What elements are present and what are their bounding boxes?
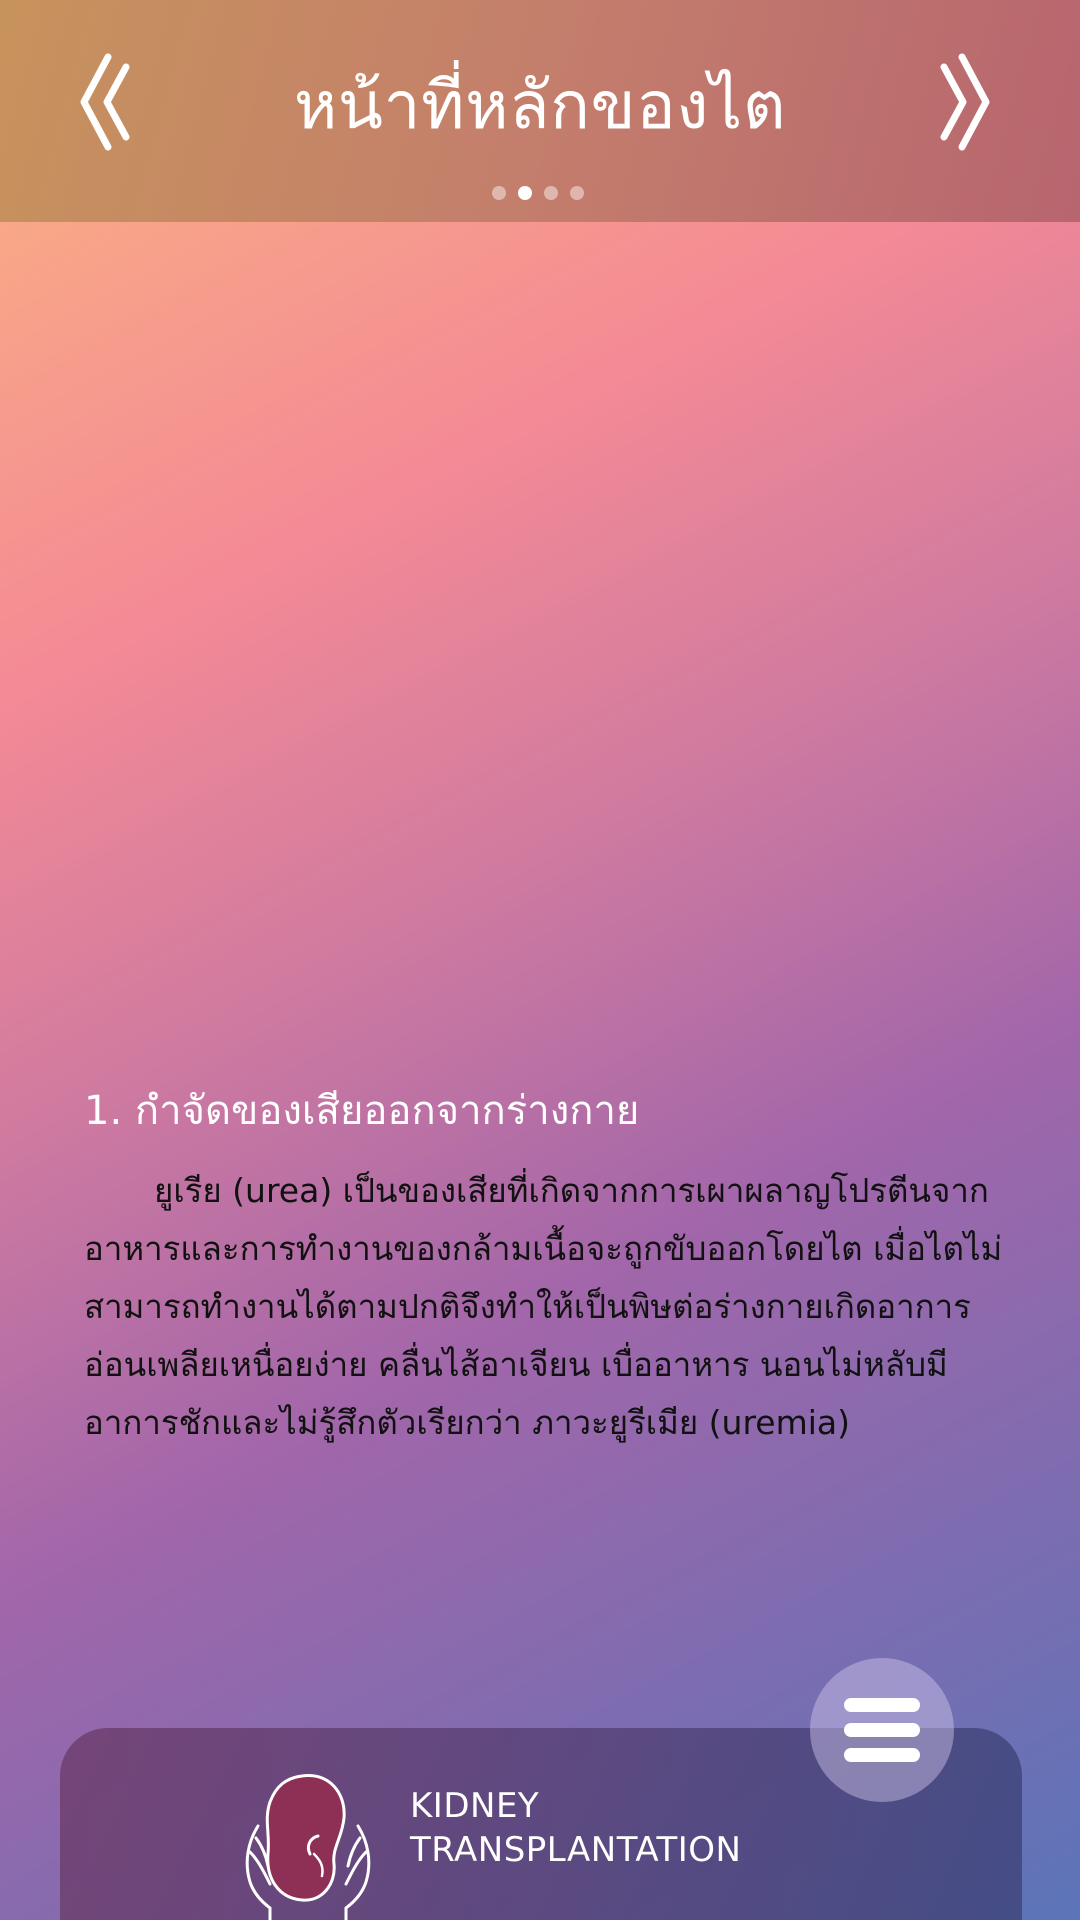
pagination-dot[interactable]	[544, 186, 558, 200]
kidney-in-hands-icon	[240, 1766, 376, 1920]
top-header-bar: หน้าที่หลักของไต	[0, 0, 1080, 222]
pagination-dots	[492, 186, 584, 200]
pagination-dot[interactable]	[492, 186, 506, 200]
pagination-dot-active[interactable]	[518, 186, 532, 200]
double-chevron-right-icon[interactable]	[932, 52, 992, 152]
section-heading: 1. กำจัดของเสียออกจากร่างกาย	[84, 1088, 640, 1134]
pagination-dot[interactable]	[570, 186, 584, 200]
hamburger-menu-icon-bar	[844, 1723, 920, 1737]
screen: หน้าที่หลักของไต 1. กำจัดของเสียออกจากร่…	[0, 0, 1080, 1920]
hamburger-menu-icon-bar	[844, 1748, 920, 1762]
brand-line-2: TRANSPLANTATION	[410, 1830, 742, 1870]
double-chevron-left-icon[interactable]	[78, 52, 138, 152]
page-title: หน้าที่หลักของไต	[293, 67, 787, 144]
section-body-text: ยูเรีย (urea) เป็นของเสียที่เกิดจากการเผ…	[84, 1171, 1003, 1442]
hamburger-menu-icon	[844, 1698, 920, 1712]
brand-name: KIDNEY TRANSPLANTATION	[410, 1784, 741, 1872]
brand-line-1: KIDNEY	[410, 1786, 540, 1826]
hamburger-menu-button[interactable]	[810, 1658, 954, 1802]
